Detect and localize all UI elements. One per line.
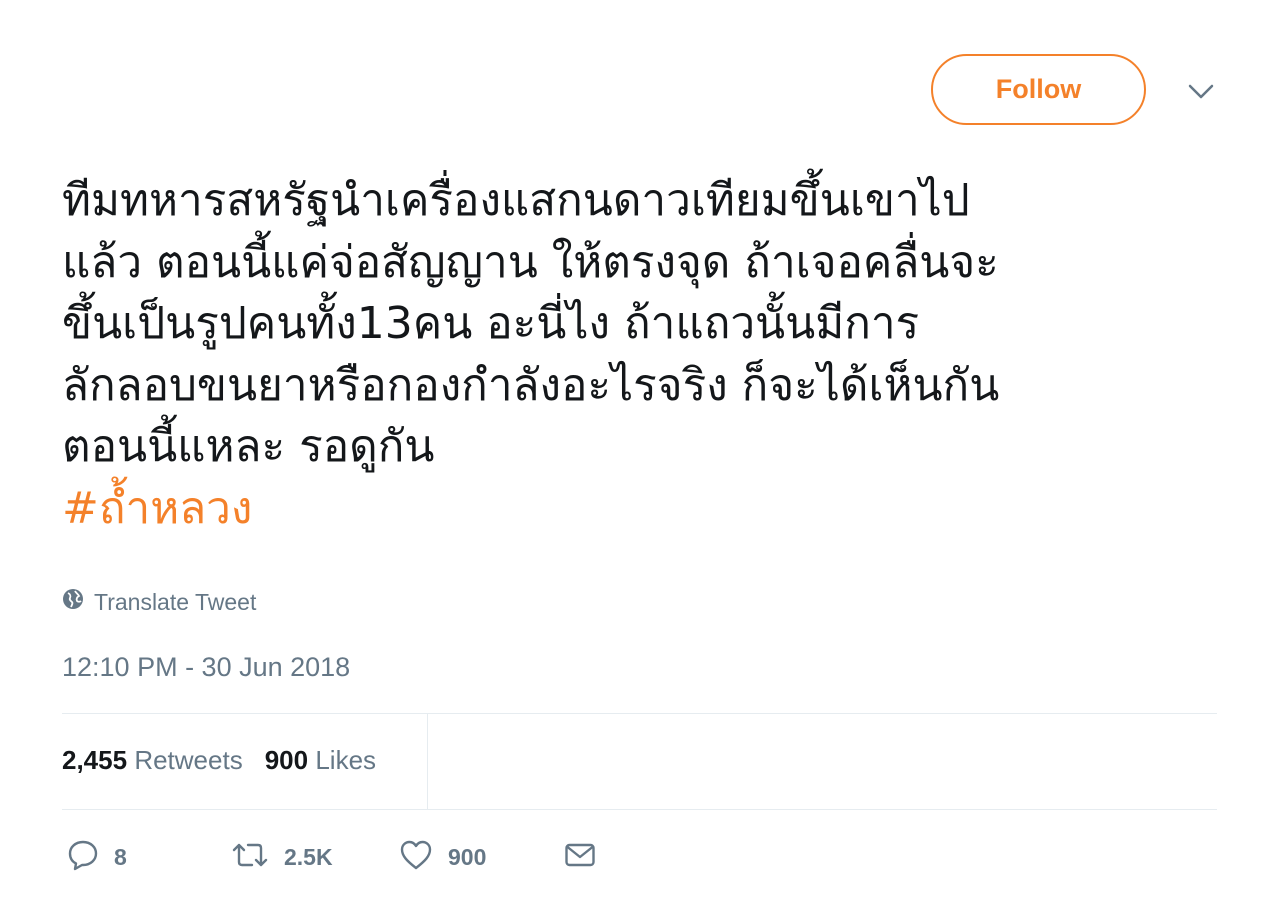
hashtag-link[interactable]: #ถ้ำหลวง [62,478,1222,540]
tweet-text-line: ตอนนี้แหละ รอดูกัน [62,421,435,472]
retweets-count: 2,455 [62,745,128,775]
retweet-icon [230,838,270,877]
translate-label: Translate Tweet [94,588,257,615]
translate-tweet-link[interactable]: Translate Tweet [62,588,256,616]
like-count: 900 [448,844,487,870]
divider [427,714,428,809]
likes-label: Likes [315,745,377,775]
likes-count: 900 [264,745,309,775]
divider [62,713,1217,714]
reply-button[interactable]: 8 [66,838,127,877]
tweet-text-line: ทีมทหารสหรัฐนำเครื่องแสกนดาวเทียมขึ้นเขา… [62,175,970,226]
retweets-label: Retweets [134,745,243,775]
tweet-timestamp[interactable]: 12:10 PM - 30 Jun 2018 [62,652,350,683]
like-icon [398,838,434,877]
direct-message-button[interactable] [563,838,597,877]
reply-icon [66,838,100,877]
chevron-down-icon[interactable] [1186,80,1216,104]
reply-count: 8 [114,844,127,870]
divider [62,809,1217,810]
tweet-text-line: แล้ว ตอนนี้แค่จ่อสัญญาน ให้ตรงจุด ถ้าเจอ… [62,236,999,288]
message-icon [563,838,597,877]
retweet-count: 2.5K [284,844,333,870]
retweets-stat[interactable]: 2,455 Retweets [62,745,243,776]
follow-button[interactable]: Follow [931,54,1146,125]
tweet-stats: 2,455 Retweets 900 Likes [62,745,398,776]
globe-icon [62,588,94,616]
like-button[interactable]: 900 [398,838,486,877]
tweet-text-line: ขึ้นเป็นรูปคนทั้ง13คน อะนี่ไง ถ้าแถวนั้น… [62,298,920,349]
retweet-button[interactable]: 2.5K [230,838,333,877]
likes-stat[interactable]: 900 Likes [265,745,376,776]
tweet-text: ทีมทหารสหรัฐนำเครื่องแสกนดาวเทียมขึ้นเขา… [62,170,1222,539]
tweet-text-line: ลักลอบขนยาหรือกองกำลังอะไรจริง ก็จะได้เห… [62,359,1000,411]
